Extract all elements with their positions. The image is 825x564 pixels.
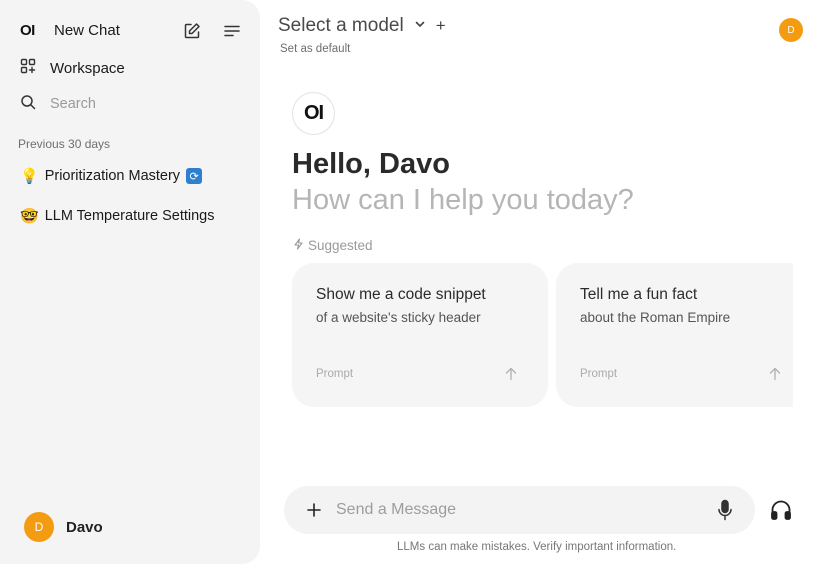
set-default-link[interactable]: Set as default [280,43,350,55]
bolt-icon [293,238,304,253]
avatar[interactable]: D [779,18,803,42]
user-name: Davo [66,518,103,536]
workspace-label: Workspace [50,59,125,77]
user-menu[interactable]: D Davo [24,512,103,542]
suggestion-tag: Prompt [316,368,354,380]
model-selector[interactable]: Select a model + [278,15,446,37]
new-chat-button[interactable]: OI New Chat [20,20,120,40]
chat-item[interactable]: 🤓 LLM Temperature Settings [20,207,214,225]
sidebar: OI New Chat Workspace Search Previous 30… [0,0,260,564]
suggestion-title: Show me a code snippet [316,286,486,303]
headphones-icon[interactable] [769,498,793,527]
arrow-up-icon [768,367,782,386]
suggested-heading: Suggested [293,238,373,253]
sync-icon: ⟳ [186,168,203,184]
suggestion-list: Show me a code snippet of a website's st… [292,263,793,407]
suggestion-tag: Prompt [580,368,618,380]
greeting-subtitle: How can I help you today? [292,184,634,216]
add-model-button[interactable]: + [436,16,446,36]
app-logo: OI [20,21,35,39]
search-icon [20,94,36,115]
mic-icon[interactable] [717,499,733,526]
search-field[interactable]: Search [20,94,96,114]
menu-icon[interactable] [221,20,243,42]
suggestion-subtitle: of a website's sticky header [316,310,481,325]
compose-icon[interactable] [181,20,203,42]
model-select-label: Select a model [278,15,404,36]
workspace-button[interactable]: Workspace [20,58,125,78]
chat-title: Prioritization Mastery [44,168,181,184]
plus-icon[interactable] [302,498,326,522]
suggestion-title: Tell me a fun fact [580,286,698,303]
avatar: D [24,512,54,542]
chat-emoji: 💡 [20,168,39,185]
workspace-icon [20,58,36,79]
hero-logo: OI [292,92,335,135]
chevron-down-icon [414,17,426,35]
message-composer [284,486,755,534]
chat-title: LLM Temperature Settings [44,208,215,224]
suggestion-card[interactable]: Show me a code snippet of a website's st… [292,263,548,407]
suggestion-card[interactable]: Tell me a fun fact about the Roman Empir… [556,263,793,407]
message-input[interactable] [336,498,696,522]
section-heading: Previous 30 days [18,137,111,151]
suggested-label: Suggested [308,238,373,253]
greeting: Hello, Davo [292,148,450,180]
arrow-up-icon [504,367,518,386]
search-placeholder: Search [50,96,96,112]
disclaimer-text: LLMs can make mistakes. Verify important… [397,541,677,553]
new-chat-label: New Chat [54,21,120,39]
suggestion-subtitle: about the Roman Empire [580,310,731,325]
chat-emoji: 🤓 [20,208,39,225]
chat-item[interactable]: 💡 Prioritization Mastery ⟳ [20,167,203,185]
